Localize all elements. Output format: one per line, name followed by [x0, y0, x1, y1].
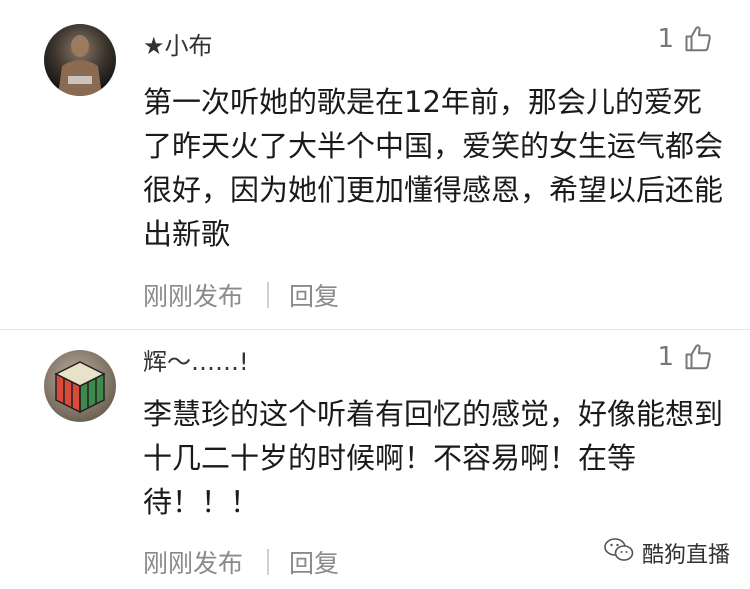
avatar[interactable] — [44, 24, 116, 96]
like-button[interactable]: 1 — [657, 24, 714, 54]
wrestler-avatar-icon — [58, 35, 102, 96]
wechat-icon — [604, 537, 634, 569]
separator — [267, 282, 270, 308]
avatar[interactable] — [44, 350, 116, 422]
separator — [267, 549, 270, 575]
timestamp: 刚刚发布 — [143, 282, 244, 311]
watermark-text: 酷狗直播 — [641, 543, 730, 568]
like-count: 1 — [657, 342, 674, 372]
reply-button[interactable]: 回复 — [289, 277, 339, 313]
username[interactable]: ★小布 — [143, 26, 213, 61]
like-button[interactable]: 1 — [657, 342, 714, 372]
username[interactable]: 辉～……! — [143, 342, 249, 377]
watermark: 酷狗直播 — [604, 537, 730, 569]
thumbs-up-icon[interactable] — [684, 342, 714, 372]
comment-text: 第一次听她的歌是在12年前，那会儿的爱死了昨天火了大半个中国，爱笑的女生运气都会… — [143, 85, 724, 251]
comment-actions: 刚刚发布 回复 — [143, 544, 339, 580]
comment-text: 李慧珍的这个听着有回忆的感觉，好像能想到十几二十岁的时候啊！不容易啊！在等待！！… — [143, 397, 724, 519]
thumbs-up-icon[interactable] — [684, 24, 714, 54]
like-count: 1 — [657, 24, 674, 54]
rubiks-cube-avatar-icon — [54, 361, 106, 414]
comment-actions: 刚刚发布 回复 — [143, 277, 339, 313]
reply-button[interactable]: 回复 — [289, 544, 339, 580]
timestamp: 刚刚发布 — [143, 549, 244, 578]
comment-item: ★小布 1 第一次听她的歌是在12年前，那会儿的爱死了昨天火了大半个中国，爱笑的… — [0, 0, 750, 330]
